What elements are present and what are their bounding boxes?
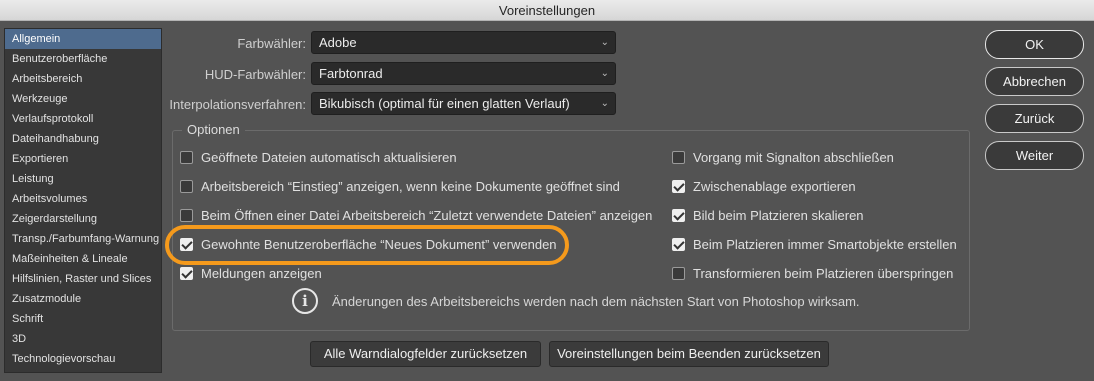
window-title: Voreinstellungen — [0, 0, 1094, 21]
sidebar-item-leistung[interactable]: Leistung — [5, 169, 161, 189]
sidebar-item-arbeitsbereich[interactable]: Arbeitsbereich — [5, 69, 161, 89]
sidebar-item-zeigerdarstellung[interactable]: Zeigerdarstellung — [5, 209, 161, 229]
option-export-clipboard[interactable]: Zwischenablage exportieren — [672, 179, 856, 194]
info-message: i Änderungen des Arbeitsbereichs werden … — [292, 288, 860, 314]
info-text: Änderungen des Arbeitsbereichs werden na… — [332, 293, 860, 309]
option-auto-update[interactable]: Geöffnete Dateien automatisch aktualisie… — [180, 150, 457, 165]
chevron-down-icon: ⌄ — [600, 37, 609, 48]
sidebar-item-technologievorschau[interactable]: Technologievorschau — [5, 349, 161, 369]
info-icon: i — [292, 288, 318, 314]
interpolation-value: Bikubisch (optimal für einen glatten Ver… — [319, 96, 570, 111]
farbwaehler-value: Adobe — [319, 35, 357, 50]
sidebar-item-dateihandhabung[interactable]: Dateihandhabung — [5, 129, 161, 149]
option-label: Zwischenablage exportieren — [693, 179, 856, 194]
option-label: Transformieren beim Platzieren übersprin… — [693, 266, 954, 281]
chevron-down-icon: ⌄ — [600, 98, 609, 109]
checkbox[interactable] — [180, 209, 193, 222]
sidebar-item-arbeitsvolumes[interactable]: Arbeitsvolumes — [5, 189, 161, 209]
sidebar-item-allgemein[interactable]: Allgemein — [5, 29, 161, 49]
option-label: Arbeitsbereich “Einstieg” anzeigen, wenn… — [201, 179, 620, 194]
option-resize-on-place[interactable]: Bild beim Platzieren skalieren — [672, 208, 864, 223]
sidebar-item-exportieren[interactable]: Exportieren — [5, 149, 161, 169]
sidebar-item-hilfslinien[interactable]: Hilfslinien, Raster und Slices — [5, 269, 161, 289]
hud-farbwaehler-value: Farbtonrad — [319, 66, 383, 81]
sidebar-item-schrift[interactable]: Schrift — [5, 309, 161, 329]
sidebar-item-masseinheiten[interactable]: Maßeinheiten & Lineale — [5, 249, 161, 269]
sidebar-item-3d[interactable]: 3D — [5, 329, 161, 349]
reset-prefs-button[interactable]: Voreinstellungen beim Beenden zurücksetz… — [549, 341, 829, 367]
checkbox-checked[interactable] — [672, 238, 685, 251]
sidebar-item-transparenz[interactable]: Transp./Farbumfang-Warnung — [5, 229, 161, 249]
option-label: Bild beim Platzieren skalieren — [693, 208, 864, 223]
back-button[interactable]: Zurück — [985, 104, 1084, 133]
checkbox-checked[interactable] — [672, 209, 685, 222]
option-always-smart-objects[interactable]: Beim Platzieren immer Smartobjekte erste… — [672, 237, 957, 252]
next-button[interactable]: Weiter — [985, 141, 1084, 170]
sidebar-item-verlaufsprotokoll[interactable]: Verlaufsprotokoll — [5, 109, 161, 129]
preferences-sidebar: Allgemein Benutzeroberfläche Arbeitsbere… — [4, 28, 162, 373]
checkbox-checked[interactable] — [180, 267, 193, 280]
checkbox[interactable] — [672, 267, 685, 280]
option-label: Meldungen anzeigen — [201, 266, 322, 281]
option-einstieg-workspace[interactable]: Arbeitsbereich “Einstieg” anzeigen, wenn… — [180, 179, 620, 194]
option-skip-transform[interactable]: Transformieren beim Platzieren übersprin… — [672, 266, 953, 281]
checkbox[interactable] — [672, 151, 685, 164]
interpolation-select[interactable]: Bikubisch (optimal für einen glatten Ver… — [311, 92, 616, 115]
checkbox[interactable] — [180, 180, 193, 193]
option-label: Geöffnete Dateien automatisch aktualisie… — [201, 150, 457, 165]
checkbox[interactable] — [180, 151, 193, 164]
option-label: Beim Platzieren immer Smartobjekte erste… — [693, 237, 957, 252]
checkbox-checked[interactable] — [672, 180, 685, 193]
option-label: Vorgang mit Signalton abschließen — [693, 150, 894, 165]
sidebar-item-benutzeroberflaeche[interactable]: Benutzeroberfläche — [5, 49, 161, 69]
farbwaehler-select[interactable]: Adobe ⌄ — [311, 31, 616, 54]
option-beep-when-done[interactable]: Vorgang mit Signalton abschließen — [672, 150, 894, 165]
option-label: Beim Öffnen einer Datei Arbeitsbereich “… — [201, 208, 653, 223]
chevron-down-icon: ⌄ — [600, 68, 609, 79]
hud-farbwaehler-select[interactable]: Farbtonrad ⌄ — [311, 62, 616, 85]
cancel-button[interactable]: Abbrechen — [985, 67, 1084, 96]
sidebar-item-zusatzmodule[interactable]: Zusatzmodule — [5, 289, 161, 309]
hud-farbwaehler-label: HUD-Farbwähler: — [204, 67, 306, 82]
reset-warnings-button[interactable]: Alle Warndialogfelder zurücksetzen — [310, 341, 541, 367]
options-group-title: Optionen — [182, 122, 245, 137]
farbwaehler-label: Farbwähler: — [237, 36, 306, 51]
option-recent-files-workspace[interactable]: Beim Öffnen einer Datei Arbeitsbereich “… — [180, 208, 652, 223]
option-show-messages[interactable]: Meldungen anzeigen — [180, 266, 322, 281]
interpolation-label: Interpolationsverfahren: — [169, 97, 306, 112]
ok-button[interactable]: OK — [985, 30, 1084, 59]
sidebar-item-werkzeuge[interactable]: Werkzeuge — [5, 89, 161, 109]
highlight-annotation — [165, 225, 569, 265]
